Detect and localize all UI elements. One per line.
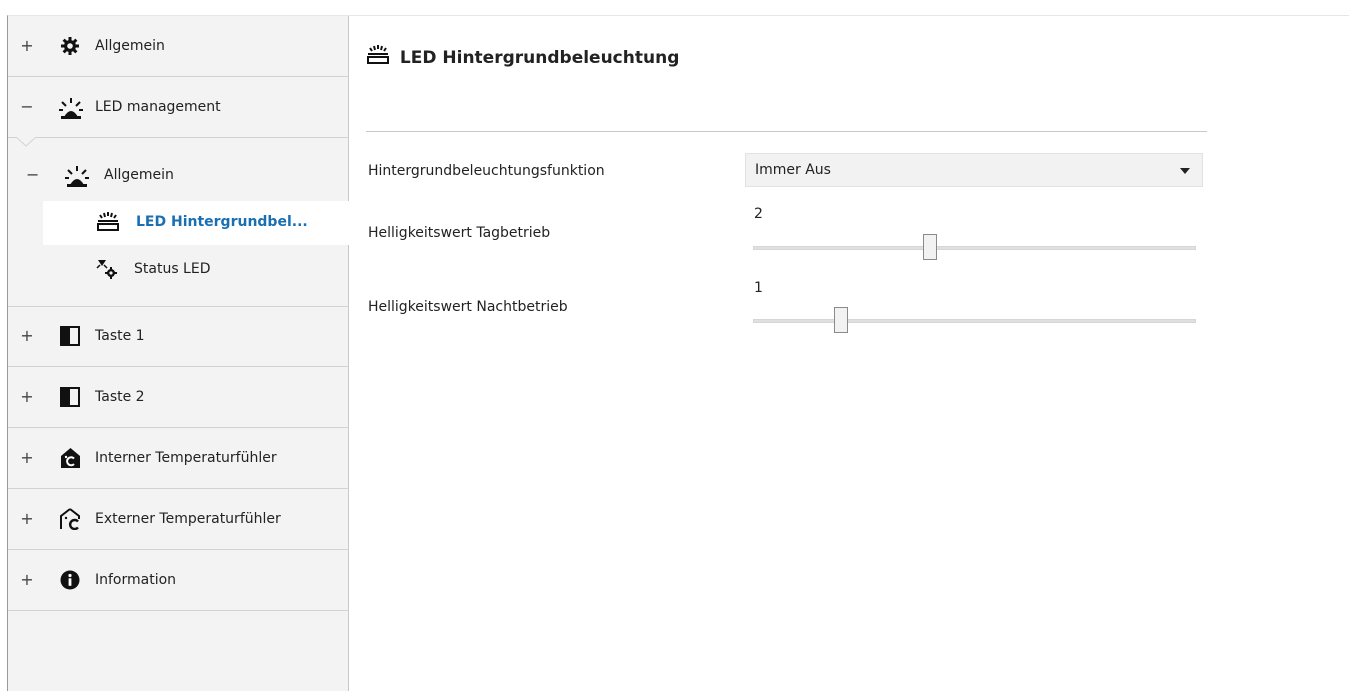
sidebar-item-label: Allgemein	[104, 167, 174, 183]
night-brightness-value: 1	[754, 280, 763, 296]
backlight-icon	[96, 211, 120, 237]
day-brightness-label: Helligkeitswert Tagbetrieb	[368, 225, 551, 241]
slider-thumb[interactable]	[834, 307, 848, 333]
function-label: Hintergrundbeleuchtungsfunktion	[368, 163, 605, 179]
sidebar-item-label: Taste 1	[95, 328, 145, 344]
expand-toggle[interactable]: +	[20, 387, 34, 406]
divider	[366, 131, 1207, 132]
sidebar-item-label: Taste 2	[95, 389, 145, 405]
day-brightness-slider[interactable]	[753, 234, 1196, 260]
expand-toggle[interactable]: +	[20, 570, 34, 589]
sub-tree: − Allgemein LED Hintergrundbel... Status…	[8, 139, 349, 307]
info-icon	[60, 570, 82, 592]
night-brightness-label: Helligkeitswert Nachtbetrieb	[368, 299, 568, 315]
sidebar-item-label: LED management	[95, 99, 221, 115]
led-burst-icon	[58, 97, 83, 119]
sidebar-item-label: Status LED	[134, 261, 211, 277]
sidebar-item-label: Externer Temperaturfühler	[95, 511, 281, 527]
page-title-text: LED Hintergrundbeleuchtung	[399, 48, 680, 68]
chevron-down-icon	[1180, 168, 1190, 174]
collapse-toggle[interactable]: −	[26, 165, 39, 184]
function-select-value: Immer Aus	[755, 162, 831, 178]
function-select[interactable]: Immer Aus	[745, 153, 1203, 187]
sidebar-item-externer-temperaturfuehler[interactable]: + Externer Temperaturfühler	[8, 489, 349, 550]
sidebar-subitem-allgemein[interactable]: − Allgemein	[8, 151, 349, 201]
sidebar-subitem-status-led[interactable]: Status LED	[8, 249, 349, 299]
backlight-icon	[366, 45, 400, 68]
sidebar-item-taste-1[interactable]: + Taste 1	[8, 306, 349, 367]
house-temp-outline-icon	[60, 508, 82, 531]
sidebar-item-taste-2[interactable]: + Taste 2	[8, 367, 349, 428]
collapse-toggle[interactable]: −	[20, 97, 34, 116]
sidebar-item-label: Allgemein	[95, 38, 165, 54]
slider-track[interactable]	[753, 246, 1196, 250]
slider-track[interactable]	[753, 319, 1196, 323]
expand-toggle[interactable]: +	[20, 448, 34, 467]
button-half-icon	[60, 387, 82, 409]
page-title: LED Hintergrundbeleuchtung	[366, 44, 679, 68]
sidebar-item-allgemein[interactable]: + Allgemein	[8, 16, 349, 77]
button-half-icon	[60, 326, 82, 348]
sidebar-item-led-management[interactable]: − LED management	[8, 77, 349, 138]
led-burst-icon	[64, 165, 90, 191]
sidebar-item-label: LED Hintergrundbel...	[136, 214, 308, 230]
expand-toggle[interactable]: +	[20, 36, 34, 55]
sidebar-item-interner-temperaturfuehler[interactable]: + Interner Temperaturfühler	[8, 428, 349, 489]
gear-icon	[60, 36, 82, 58]
slider-thumb[interactable]	[923, 234, 937, 260]
house-temp-filled-icon	[60, 447, 82, 469]
sidebar-item-information[interactable]: + Information	[8, 550, 349, 611]
expand-toggle[interactable]: +	[20, 509, 34, 528]
main-panel: LED Hintergrundbeleuchtung Hintergrundbe…	[349, 16, 1354, 691]
sidebar: + Allgemein − LED management − Allgemein…	[8, 16, 349, 691]
sidebar-item-label: Information	[95, 572, 177, 588]
day-brightness-value: 2	[754, 206, 763, 222]
status-led-gear-icon	[96, 259, 118, 283]
night-brightness-slider[interactable]	[753, 307, 1196, 333]
sidebar-item-label: Interner Temperaturfühler	[95, 450, 277, 466]
expand-toggle[interactable]: +	[20, 326, 34, 345]
sidebar-subitem-led-hintergrund[interactable]: LED Hintergrundbel...	[43, 201, 349, 245]
